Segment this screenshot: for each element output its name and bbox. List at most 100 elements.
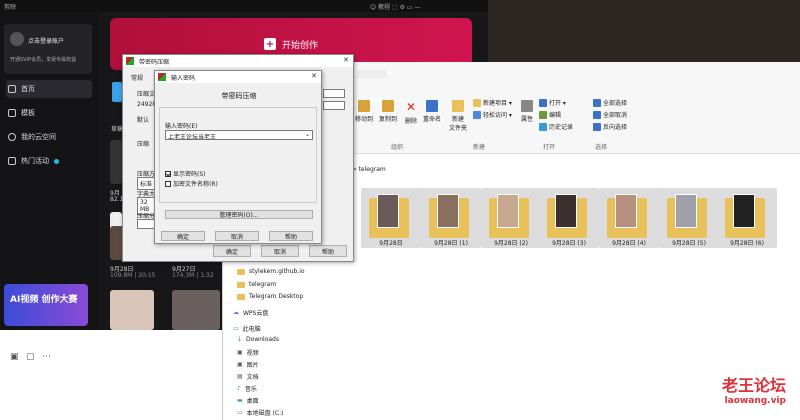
- nav-item[interactable]: ↓ Downloads: [237, 336, 279, 343]
- field-label: 默认: [137, 117, 150, 124]
- nav-item[interactable]: telegram: [237, 281, 276, 288]
- edit-button[interactable]: 编辑: [539, 110, 561, 119]
- ribbon-tab[interactable]: [357, 70, 387, 78]
- close-icon[interactable]: ✕: [311, 72, 317, 80]
- nav-item[interactable]: ▬ 桌面: [237, 396, 259, 405]
- folder-label: 9月28日 (1): [434, 240, 468, 247]
- sidebar-item-cloud[interactable]: 我的云空间: [6, 128, 92, 146]
- nav-item[interactable]: stylekem.github.io: [237, 268, 305, 275]
- delete-button[interactable]: ✕ 删除: [405, 100, 417, 125]
- screen-icon[interactable]: ▢: [26, 352, 35, 362]
- password-value: 上老王论坛当老王: [168, 134, 217, 141]
- open-icon: [539, 98, 547, 107]
- folder-icon: [555, 194, 577, 228]
- avatar: [10, 32, 24, 46]
- tab-general[interactable]: 常规: [131, 73, 143, 82]
- sidebar-item-template[interactable]: 模板: [6, 104, 92, 122]
- manage-passwords-button[interactable]: 管理密码(O)...: [165, 210, 313, 219]
- mode-select[interactable]: [323, 101, 345, 110]
- winrar-icon: [126, 57, 134, 65]
- invert-icon: [593, 122, 601, 131]
- nav-item[interactable]: ▭ 此电脑: [233, 324, 261, 333]
- folder-label: 9月28日: [379, 240, 403, 247]
- new-folder-button[interactable]: 新建 文件夹: [449, 100, 467, 132]
- plus-icon: +: [263, 38, 276, 50]
- login-box[interactable]: 点击登录账户 开通SVIP会员，享受专属权益: [4, 24, 92, 74]
- draft-thumb-icon: [112, 82, 122, 102]
- folder-icon: [237, 281, 245, 288]
- picture-icon: ▣: [237, 361, 243, 368]
- image-icon[interactable]: ▣: [10, 352, 19, 362]
- sidebar-item-home[interactable]: 首页: [6, 80, 92, 98]
- edit-icon: [539, 110, 547, 119]
- nav-item[interactable]: ♪ 音乐: [237, 384, 257, 393]
- cancel-button[interactable]: 取消: [215, 231, 259, 241]
- folder-label: 9月28日 (6): [730, 240, 764, 247]
- open-button[interactable]: 打开 ▾: [539, 98, 566, 107]
- move-to-button[interactable]: 移动到: [355, 100, 373, 123]
- folder-icon: [675, 194, 697, 228]
- group-label: 组织: [391, 144, 404, 151]
- folder-label: 9月28日 (2): [494, 240, 528, 247]
- ok-button[interactable]: 确定: [161, 231, 205, 241]
- home-icon: [8, 85, 16, 93]
- template-icon: [8, 109, 16, 117]
- group-label: 选择: [595, 144, 608, 151]
- move-icon: [358, 100, 370, 112]
- login-text: 点击登录账户: [28, 38, 65, 45]
- ok-button[interactable]: 确定: [213, 245, 251, 257]
- show-password-checkbox[interactable]: 显示密码(S): [165, 169, 206, 178]
- watermark-url: laowang.vip: [724, 396, 786, 406]
- close-icon[interactable]: ✕: [343, 56, 349, 64]
- help-button[interactable]: 帮助: [269, 231, 313, 241]
- nav-item[interactable]: ☁ WPS云盘: [233, 308, 268, 317]
- more-icon[interactable]: ⋯: [42, 352, 51, 362]
- nav-item[interactable]: ▣ 视频: [237, 348, 259, 357]
- folder-icon: [615, 194, 637, 228]
- field-label: 压缩: [137, 141, 150, 148]
- sidebar: 点击登录账户 开通SVIP会员，享受专属权益 首页 模板 我的云空间 热门活动 …: [0, 12, 98, 330]
- draft-thumb[interactable]: [110, 290, 154, 330]
- address-text: telegram: [358, 166, 386, 173]
- new-folder-icon: [452, 100, 464, 112]
- encrypt-names-checkbox[interactable]: 加密文件名称(R): [165, 179, 218, 188]
- nav-item[interactable]: ▭ 本地磁盘 (C:): [237, 408, 283, 417]
- browse-field[interactable]: [323, 89, 345, 98]
- fire-icon: [8, 157, 16, 165]
- draft-thumb[interactable]: [172, 290, 220, 330]
- select-all-icon: [593, 98, 601, 107]
- new-item-button[interactable]: 新建项目 ▾: [473, 98, 512, 107]
- folder-icon: [497, 194, 519, 228]
- invert-selection-button[interactable]: 反向选择: [593, 122, 627, 131]
- copy-icon: [382, 100, 394, 112]
- select-none-icon: [593, 110, 601, 119]
- dialog-heading: 带密码压缩: [221, 92, 257, 100]
- cancel-button[interactable]: 取消: [261, 245, 299, 257]
- help-button[interactable]: 帮助: [309, 245, 347, 257]
- select-all-button[interactable]: 全部选择: [593, 98, 627, 107]
- sidebar-item-events[interactable]: 热门活动: [6, 152, 92, 170]
- window-controls[interactable]: ☺ 教程 ⬚ ⚙ ▭ —: [370, 2, 421, 11]
- copy-to-button[interactable]: 复制到: [379, 100, 397, 123]
- easy-access-button[interactable]: 轻松访问 ▾: [473, 110, 512, 119]
- select-none-button[interactable]: 全部取消: [593, 110, 627, 119]
- password-dialog-title: 输入密码 ✕: [155, 71, 321, 83]
- winrar-icon: [158, 73, 166, 81]
- ai-contest-banner[interactable]: AI视频 创作大赛: [4, 284, 88, 326]
- draft-thumb[interactable]: [110, 140, 122, 184]
- archive-dialog-title: 带密码压缩 ✕: [123, 55, 353, 67]
- rename-button[interactable]: 重命名: [423, 100, 441, 123]
- checkbox-unchecked: [165, 180, 171, 187]
- nav-item[interactable]: Telegram Desktop: [237, 293, 303, 300]
- group-label: 打开: [543, 144, 556, 151]
- password-input[interactable]: 上老王论坛当老王 ⌄: [165, 130, 313, 141]
- easy-access-icon: [473, 110, 481, 119]
- nav-item[interactable]: ▤ 文档: [237, 372, 259, 381]
- nav-item[interactable]: ▣ 图片: [237, 360, 259, 369]
- properties-button[interactable]: 属性: [521, 100, 533, 123]
- document-icon: ▤: [237, 373, 243, 380]
- address-bar[interactable]: » telegram: [353, 166, 793, 180]
- cloud-icon: [8, 133, 16, 141]
- history-button[interactable]: 历史记录: [539, 122, 573, 131]
- chevron-down-icon: ⌄: [304, 131, 310, 138]
